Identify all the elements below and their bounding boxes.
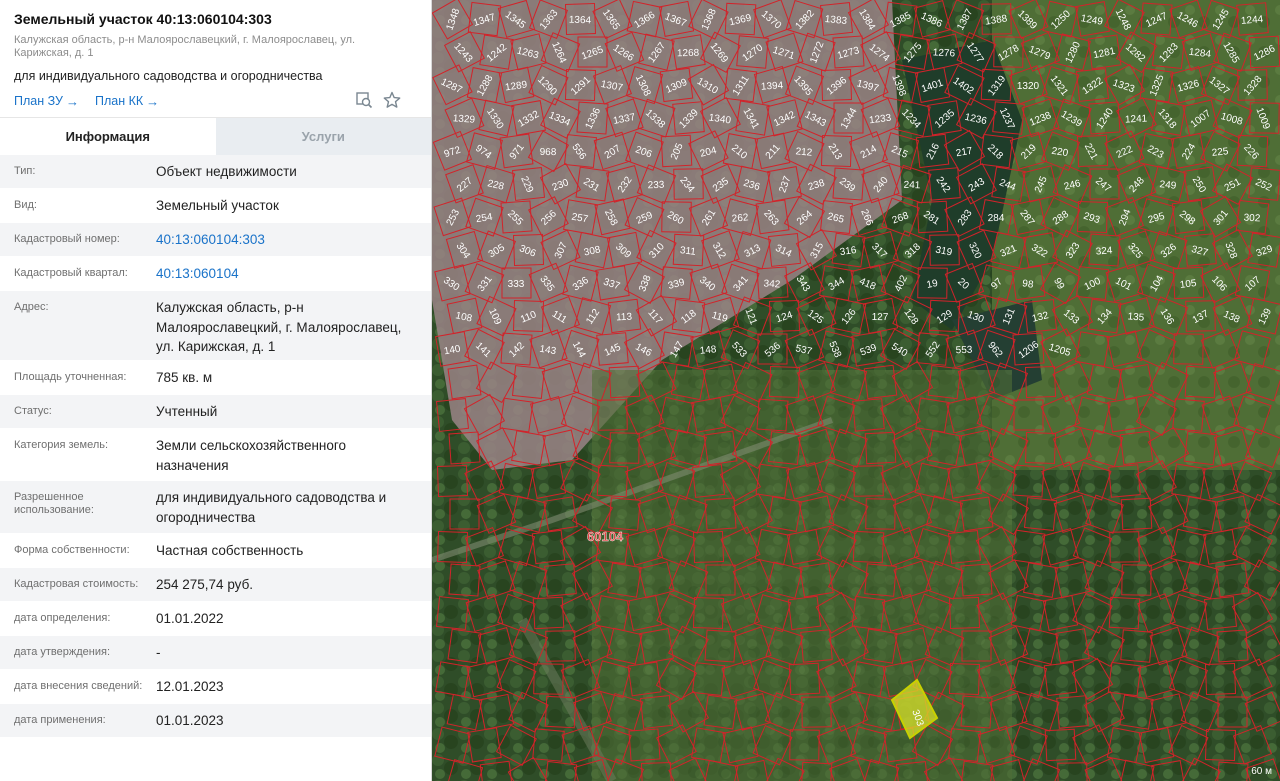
info-label: Адрес:: [14, 301, 49, 313]
parcel-number-label: 225: [1211, 146, 1229, 159]
info-value: -: [156, 645, 161, 660]
info-value: 12.01.2023: [156, 679, 224, 694]
info-row-area: Площадь уточненная: 785 кв. м: [0, 361, 431, 395]
parcel-number-label: 127: [872, 312, 889, 323]
parcel-number-label: 1268: [677, 48, 700, 59]
info-label: дата применения:: [14, 714, 106, 726]
parcel-number-label: 105: [1179, 278, 1197, 291]
info-row-land-category: Категория земель: Земли сельскохозяйстве…: [0, 429, 431, 481]
parcel-number-label: 233: [648, 180, 665, 192]
tab-information[interactable]: Информация: [0, 118, 216, 155]
parcel-number-label: 1364: [569, 15, 592, 27]
info-row-type: Тип: Объект недвижимости: [0, 155, 431, 189]
object-title: Земельный участок 40:13:060104:303: [14, 11, 272, 27]
parcel-number-label: 1244: [1241, 14, 1265, 27]
arrow-right-icon: →: [65, 93, 79, 109]
info-panel: Земельный участок 40:13:060104:303 Калуж…: [0, 0, 432, 781]
info-value: Учтенный: [156, 404, 218, 419]
parcel-number-label: 1394: [761, 80, 784, 93]
info-label: Категория земель:: [14, 439, 109, 451]
info-label: Форма собственности:: [14, 544, 130, 556]
parcel-number-label: 1320: [1017, 81, 1040, 92]
cadastral-number-link[interactable]: 40:13:060104:303: [156, 223, 417, 256]
info-label: Кадастровая стоимость:: [14, 578, 139, 590]
quarter-label: 60104: [587, 529, 624, 544]
info-row-status: Статус: Учтенный: [0, 395, 431, 429]
parcel-number-label: 1329: [452, 113, 475, 126]
info-row-date-determined: дата определения: 01.01.2022: [0, 602, 431, 636]
info-row-date-entered: дата внесения сведений: 12.01.2023: [0, 670, 431, 704]
info-label: Площадь уточненная:: [14, 371, 127, 383]
parcel-number-label: 148: [699, 344, 717, 357]
info-value: Калужская область, р-н Малоярославецкий,…: [156, 300, 402, 354]
info-value: Земельный участок: [156, 198, 279, 213]
parcel-number-label: 1276: [933, 47, 956, 59]
info-label: Статус:: [14, 405, 52, 417]
info-label: Разрешенное использование:: [14, 491, 94, 516]
search-map-icon[interactable]: [355, 91, 373, 109]
plan-kk-link[interactable]: План КК →: [95, 94, 159, 109]
parcel-number-label: 342: [763, 278, 781, 290]
tab-services[interactable]: Услуги: [215, 118, 431, 155]
info-label: дата внесения сведений:: [14, 680, 143, 692]
info-label: Вид:: [14, 199, 37, 211]
info-label: Кадастровый номер:: [14, 233, 120, 245]
info-row-address: Адрес: Калужская область, р-н Малояросла…: [0, 291, 431, 361]
parcel-number-label: 324: [1095, 245, 1113, 257]
parcel-number-label: 113: [616, 312, 633, 324]
parcel-number-label: 311: [679, 245, 697, 258]
parcel-number-label: 553: [956, 345, 973, 357]
info-value: Объект недвижимости: [156, 164, 297, 179]
info-value: 01.01.2023: [156, 713, 224, 728]
object-address: Калужская область, р-н Малоярославецкий,…: [14, 34, 356, 59]
parcel-number-label: 241: [903, 180, 920, 192]
arrow-right-icon: →: [146, 93, 160, 109]
plan-links: План ЗУ → План КК →: [14, 89, 417, 113]
plan-kk-label: План КК: [94, 94, 144, 108]
cadastral-quarter-link[interactable]: 40:13:060104: [156, 257, 417, 290]
info-table: Тип: Объект недвижимости Вид: Земельный …: [0, 155, 431, 738]
panel-header: Земельный участок 40:13:060104:303 Калуж…: [0, 0, 431, 113]
parcel-number-label: 333: [508, 279, 525, 290]
parcel-number-label: 212: [795, 146, 813, 158]
cadastral-map[interactable]: 1348 1347 1345 1363 1364 1365 1366 1367 1368 1369…: [432, 0, 1280, 781]
info-value: 254 275,74 руб.: [156, 577, 254, 592]
star-icon[interactable]: [383, 91, 401, 109]
plan-zu-link[interactable]: План ЗУ →: [14, 94, 79, 109]
info-row-date-approved: дата утверждения: -: [0, 636, 431, 670]
info-row-date-applied: дата применения: 01.01.2023: [0, 704, 431, 738]
info-row-permitted-use: Разрешенное использование: для индивидуа…: [0, 481, 431, 534]
info-row-kind: Вид: Земельный участок: [0, 189, 431, 223]
map-scale: 60 м: [1251, 766, 1272, 777]
object-purpose: для индивидуального садоводства и огород…: [14, 69, 323, 83]
info-row-cadastral-quarter: Кадастровый квартал: 40:13:060104: [0, 257, 431, 291]
info-value: для индивидуального садоводства и огород…: [156, 490, 387, 525]
info-value: Частная собственность: [156, 543, 304, 558]
info-value: 785 кв. м: [156, 370, 213, 385]
parcel-number-label: 135: [1127, 311, 1145, 323]
info-value: 01.01.2022: [156, 611, 224, 626]
parcel-number-label: 249: [1159, 179, 1177, 192]
info-row-cadastral-value: Кадастровая стоимость: 254 275,74 руб.: [0, 568, 431, 602]
info-row-ownership: Форма собственности: Частная собственнос…: [0, 534, 431, 568]
info-row-cadastral-number: Кадастровый номер: 40:13:060104:303: [0, 223, 431, 257]
parcel-number-label: 262: [731, 212, 749, 224]
parcel-number-label: 302: [1243, 213, 1261, 225]
map-canvas[interactable]: 1348 1347 1345 1363 1364 1365 1366 1367 1368 1369…: [432, 0, 1280, 781]
info-value: Земли сельскохозяйственного назначения: [156, 438, 347, 473]
panel-tabs: Информация Услуги: [0, 117, 431, 155]
parcel-number-label: 1241: [1125, 113, 1148, 125]
parcel-number-label: 968: [540, 147, 557, 158]
info-label: дата утверждения:: [14, 646, 111, 658]
plan-zu-label: План ЗУ: [14, 94, 63, 108]
info-label: Кадастровый квартал:: [14, 267, 128, 279]
parcel-number-label: 284: [988, 213, 1005, 224]
parcel-number-label: 98: [1022, 278, 1035, 291]
info-label: Тип:: [14, 165, 36, 177]
info-label: дата определения:: [14, 612, 111, 624]
